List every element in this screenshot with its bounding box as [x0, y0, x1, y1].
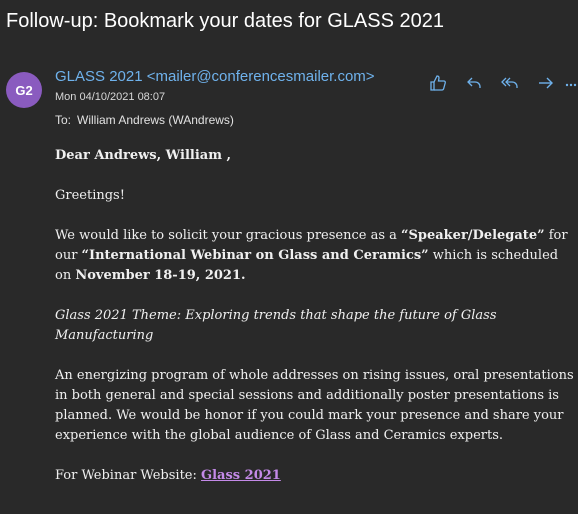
event-name: “International Webinar on Glass and Cera…	[81, 248, 429, 263]
recipient-line: To: William Andrews (WAndrews)	[55, 113, 234, 127]
like-button[interactable]	[420, 72, 456, 94]
reply-icon	[467, 77, 481, 88]
more-actions-button[interactable]	[564, 72, 578, 94]
sender-address[interactable]: GLASS 2021 <mailer@conferencesmailer.com…	[55, 68, 375, 85]
thumbs-up-icon	[430, 75, 446, 91]
recipient-name[interactable]: William Andrews (WAndrews)	[77, 113, 234, 127]
website-link[interactable]: Glass 2021	[201, 468, 281, 483]
forward-button[interactable]	[528, 72, 564, 94]
more-icon	[565, 83, 577, 87]
sender-avatar[interactable]: G2	[6, 72, 42, 108]
email-body: Dear Andrews, William , Greetings! We wo…	[55, 146, 575, 486]
website-label: For Webinar Website:	[55, 468, 202, 483]
message-actions	[420, 72, 578, 94]
event-date: November 18-19, 2021.	[75, 268, 246, 283]
reply-all-button[interactable]	[492, 72, 528, 94]
email-date: Mon 04/10/2021 08:07	[55, 91, 166, 103]
theme-text: Glass 2021 Theme: Exploring trends that …	[55, 308, 497, 343]
reply-button[interactable]	[456, 72, 492, 94]
website-line: For Webinar Website: Glass 2021	[55, 466, 575, 486]
forward-icon	[539, 77, 553, 89]
reply-all-icon	[501, 77, 518, 88]
email-subject: Follow-up: Bookmark your dates for GLASS…	[6, 10, 444, 32]
greeting: Greetings!	[55, 188, 125, 203]
to-label: To:	[55, 113, 72, 127]
salutation: Dear Andrews, William ,	[55, 148, 232, 163]
role-text: “Speaker/Delegate”	[401, 228, 545, 243]
invitation-paragraph: We would like to solicit your gracious p…	[55, 228, 568, 283]
program-paragraph: An energizing program of whole addresses…	[55, 368, 574, 443]
